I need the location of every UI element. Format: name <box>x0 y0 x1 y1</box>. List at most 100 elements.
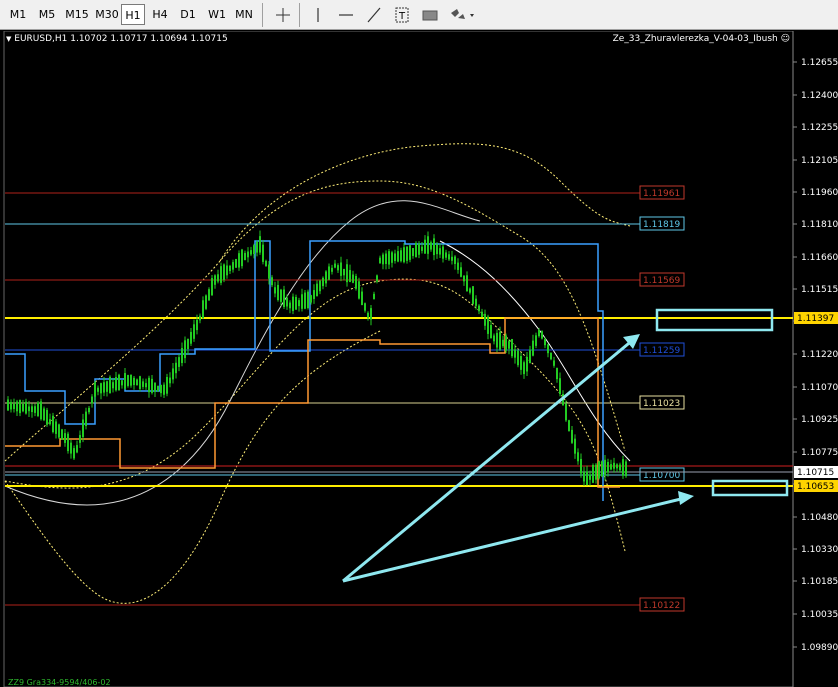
timeframe-mn-button[interactable]: MN <box>232 4 256 25</box>
candle-body <box>112 382 114 389</box>
timeframe-w1-button[interactable]: W1 <box>205 4 229 25</box>
toolbar-separator <box>262 3 263 27</box>
timeframe-h4-button[interactable]: H4 <box>148 4 172 25</box>
price-tag-label: 1.11397 <box>797 314 834 324</box>
candle-body <box>355 275 357 289</box>
candle-body <box>529 349 531 364</box>
candle-body <box>472 286 474 305</box>
candle-body <box>412 248 414 256</box>
candle-body <box>46 409 48 425</box>
candle-body <box>349 270 351 283</box>
candle-body <box>502 339 504 347</box>
annotation-arrows <box>342 334 694 583</box>
candle-body <box>55 421 57 434</box>
candle-body <box>19 399 21 414</box>
level-label: 1.11023 <box>643 399 680 409</box>
candle-body <box>274 287 276 294</box>
price-tick-label: 1.11070 <box>801 383 838 393</box>
candle-body <box>358 281 360 299</box>
candle-body <box>160 384 162 394</box>
candle-body <box>475 298 477 306</box>
price-tick-label: 1.11960 <box>801 188 838 198</box>
candle-body <box>115 377 117 391</box>
candle-body <box>166 376 168 394</box>
candle-body <box>292 296 294 312</box>
timeframe-m5-button[interactable]: M5 <box>34 4 60 25</box>
candle-body <box>559 378 561 394</box>
candle-body <box>604 459 606 476</box>
timeframe-m30-button[interactable]: M30 <box>92 4 122 25</box>
candle-body <box>235 259 237 268</box>
candle-body <box>52 415 54 433</box>
candle-body <box>172 368 174 380</box>
candle-body <box>607 461 609 473</box>
trendline-icon[interactable] <box>363 4 385 26</box>
candle-body <box>565 403 567 421</box>
candle-body <box>127 375 129 386</box>
crosshair-icon[interactable] <box>272 4 294 26</box>
candle-body <box>439 248 441 255</box>
candle-body <box>451 256 453 261</box>
candle-body <box>583 471 585 482</box>
candle-body <box>238 253 240 268</box>
timeframe-m15-button[interactable]: M15 <box>62 4 92 25</box>
candle-body <box>541 331 543 339</box>
candle-body <box>223 264 225 281</box>
candle-body <box>181 347 183 364</box>
candle-body <box>199 315 201 321</box>
candle-body <box>100 383 102 394</box>
timeframe-m1-button[interactable]: M1 <box>6 4 30 25</box>
candle-body <box>193 324 195 339</box>
indicator-label-text: Ze_33_Zhuravlerezka_V-04-03_Ibush <box>612 34 778 44</box>
candle-body <box>580 458 582 474</box>
candle-body <box>175 362 177 374</box>
candle-body <box>334 263 336 268</box>
chart-canvas[interactable]: 1.11961 1.11819 1.11569 1.11259 1.11023 1.107… <box>0 31 838 687</box>
candle-body <box>106 381 108 392</box>
text-tool-icon[interactable]: T <box>391 4 413 26</box>
candle-body <box>28 406 30 412</box>
candle-body <box>511 338 513 357</box>
candle-body <box>22 403 24 412</box>
candle-body <box>514 349 516 358</box>
shapes-dropdown-icon[interactable] <box>447 4 477 26</box>
timeframe-h1-button[interactable]: H1 <box>121 4 145 25</box>
candle-body <box>436 244 438 255</box>
candle-body <box>85 411 87 427</box>
candle-body <box>271 277 273 286</box>
candle-body <box>478 305 480 312</box>
candle-body <box>328 266 330 280</box>
candle-body <box>154 382 156 392</box>
horizontal-line-icon[interactable] <box>335 4 357 26</box>
candle-body <box>58 424 60 438</box>
candle-body <box>376 275 378 282</box>
candle-body <box>70 442 72 454</box>
timeframe-d1-button[interactable]: D1 <box>176 4 200 25</box>
price-chart[interactable]: 1.11961 1.11819 1.11569 1.11259 1.11023 1.107… <box>0 31 838 687</box>
symbol-header-text: EURUSD,H1 1.10702 1.10717 1.10694 1.1071… <box>14 34 228 44</box>
candle-body <box>91 396 93 404</box>
candle-body <box>16 401 18 412</box>
candle-body <box>142 381 144 387</box>
price-tick-label: 1.10775 <box>801 448 838 458</box>
candle-body <box>310 295 312 303</box>
candle-body <box>424 239 426 254</box>
candle-body <box>214 275 216 285</box>
price-tick-label: 1.12255 <box>801 123 838 133</box>
target-box-upper <box>655 308 774 332</box>
candle-body <box>613 462 615 469</box>
candle-body <box>25 401 27 414</box>
candle-body <box>550 352 552 360</box>
price-tag-label: 1.10715 <box>797 468 834 478</box>
rectangle-tool-icon[interactable] <box>419 4 441 26</box>
candle-body <box>88 407 90 413</box>
vertical-line-icon[interactable] <box>307 4 329 26</box>
candle-body <box>49 419 51 425</box>
candle-body <box>40 401 42 420</box>
candle-body <box>31 406 33 413</box>
candle-body <box>178 357 180 367</box>
candle-body <box>229 265 231 272</box>
price-tick-label: 1.09890 <box>801 643 838 653</box>
level-label: 1.11819 <box>643 220 680 230</box>
candle-body <box>487 316 489 334</box>
